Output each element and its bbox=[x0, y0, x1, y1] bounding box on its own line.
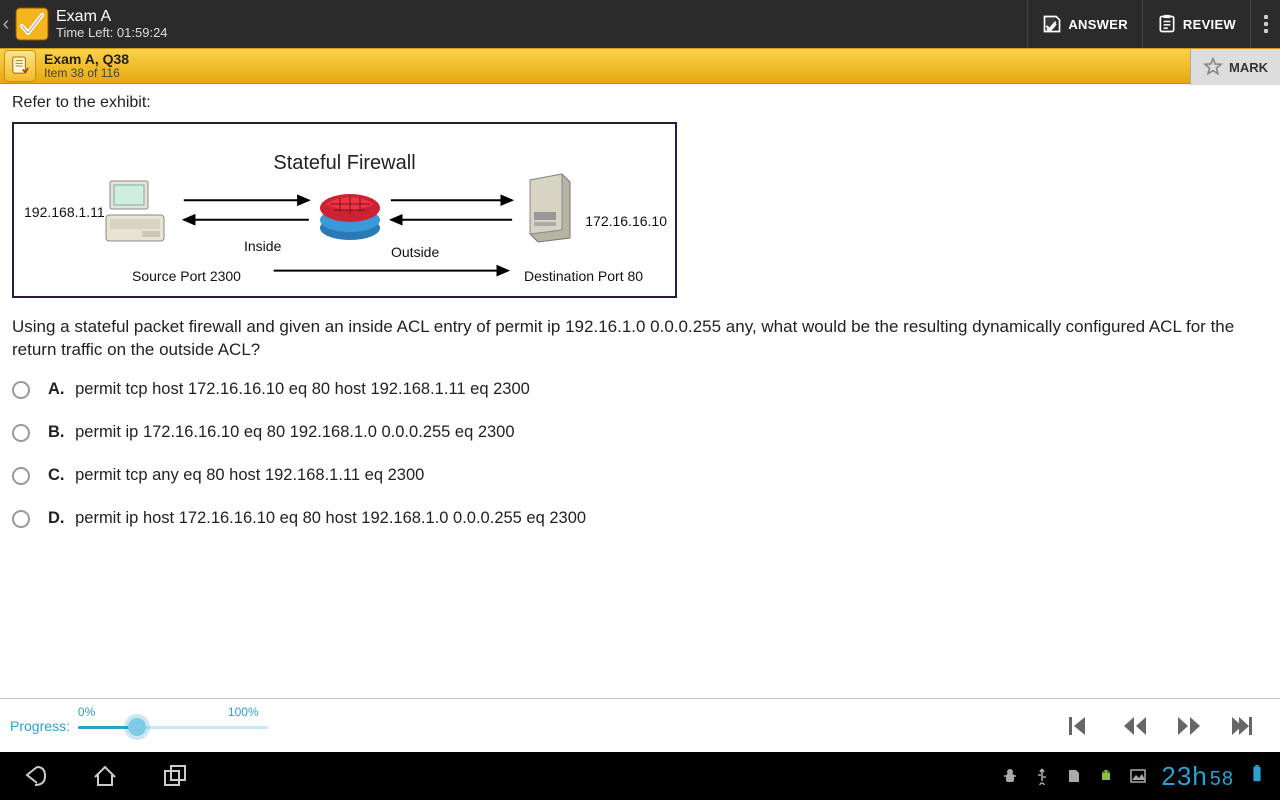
firewall-icon bbox=[316, 180, 384, 244]
battery-icon bbox=[1248, 765, 1266, 788]
question-icon bbox=[4, 50, 36, 82]
system-tray[interactable]: 23h58 bbox=[1001, 761, 1280, 792]
exhibit-image: Stateful Firewall 192.168.1.11 172.16.16… bbox=[12, 122, 677, 298]
question-bar-title: Exam A, Q38 bbox=[44, 52, 129, 67]
option-text: permit tcp any eq 80 host 192.168.1.11 e… bbox=[75, 466, 424, 484]
android-debug-icon bbox=[1001, 767, 1019, 785]
question-bar-subtitle: Item 38 of 116 bbox=[44, 67, 129, 80]
option-list: A. permit tcp host 172.16.16.10 eq 80 ho… bbox=[12, 380, 1268, 528]
answer-button[interactable]: ANSWER bbox=[1027, 0, 1142, 48]
home-icon bbox=[91, 763, 119, 789]
review-label: REVIEW bbox=[1183, 17, 1236, 32]
option-b[interactable]: B. permit ip 172.16.16.10 eq 80 192.168.… bbox=[12, 423, 1268, 442]
next-icon bbox=[1175, 715, 1203, 737]
app-logo-icon[interactable] bbox=[12, 4, 52, 44]
last-button[interactable] bbox=[1216, 706, 1270, 746]
slider-thumb[interactable] bbox=[128, 718, 146, 736]
sd-card-icon bbox=[1065, 767, 1083, 785]
server-icon bbox=[526, 172, 574, 244]
question-text: Using a stateful packet firewall and giv… bbox=[12, 316, 1268, 362]
picture-icon bbox=[1129, 767, 1147, 785]
option-text: permit ip 172.16.16.10 eq 80 192.168.1.0… bbox=[75, 423, 514, 441]
option-letter: A. bbox=[48, 380, 65, 398]
question-bar: Exam A, Q38 Item 38 of 116 MARK bbox=[0, 48, 1280, 84]
option-text: permit ip host 172.16.16.10 eq 80 host 1… bbox=[75, 509, 586, 527]
mark-label: MARK bbox=[1229, 60, 1268, 75]
radio-icon bbox=[12, 424, 30, 442]
overflow-icon bbox=[1264, 15, 1268, 33]
sys-back-button[interactable] bbox=[0, 752, 70, 800]
sys-home-button[interactable] bbox=[70, 752, 140, 800]
back-button[interactable]: ‹ bbox=[0, 13, 12, 36]
progress-label: Progress: bbox=[10, 718, 70, 734]
overflow-menu-button[interactable] bbox=[1250, 0, 1280, 48]
option-letter: C. bbox=[48, 466, 65, 484]
usb-icon bbox=[1033, 767, 1051, 785]
appbar-subtitle: Time Left: 01:59:24 bbox=[56, 26, 168, 40]
skip-first-icon bbox=[1067, 715, 1095, 737]
system-clock: 23h58 bbox=[1161, 761, 1234, 792]
prompt-intro: Refer to the exhibit: bbox=[12, 94, 1268, 112]
review-button[interactable]: REVIEW bbox=[1142, 0, 1250, 48]
radio-icon bbox=[12, 381, 30, 399]
option-text: permit tcp host 172.16.16.10 eq 80 host … bbox=[75, 380, 530, 398]
prev-button[interactable] bbox=[1108, 706, 1162, 746]
bottom-bar: Progress: 0% 100% bbox=[0, 698, 1280, 752]
option-a[interactable]: A. permit tcp host 172.16.16.10 eq 80 ho… bbox=[12, 380, 1268, 399]
progress-0pct: 0% bbox=[78, 705, 95, 719]
option-c[interactable]: C. permit tcp any eq 80 host 192.168.1.1… bbox=[12, 466, 1268, 485]
radio-icon bbox=[12, 467, 30, 485]
next-button[interactable] bbox=[1162, 706, 1216, 746]
progress-100pct: 100% bbox=[228, 705, 259, 719]
app-bar: ‹ Exam A Time Left: 01:59:24 ANSWER REVI… bbox=[0, 0, 1280, 48]
android-icon bbox=[1097, 767, 1115, 785]
answer-icon bbox=[1042, 14, 1062, 34]
first-button[interactable] bbox=[1054, 706, 1108, 746]
progress-slider[interactable]: 0% 100% bbox=[78, 711, 268, 741]
question-content: Refer to the exhibit: Stateful Firewall … bbox=[0, 84, 1280, 698]
star-icon bbox=[1203, 57, 1223, 77]
review-icon bbox=[1157, 14, 1177, 34]
radio-icon bbox=[12, 510, 30, 528]
mark-button[interactable]: MARK bbox=[1190, 49, 1280, 85]
back-icon bbox=[21, 763, 49, 789]
skip-last-icon bbox=[1229, 715, 1257, 737]
sys-recents-button[interactable] bbox=[140, 752, 210, 800]
recents-icon bbox=[161, 763, 189, 789]
prev-icon bbox=[1121, 715, 1149, 737]
answer-label: ANSWER bbox=[1068, 17, 1128, 32]
option-letter: B. bbox=[48, 423, 65, 441]
pc-icon bbox=[104, 179, 170, 247]
appbar-title: Exam A bbox=[56, 8, 168, 26]
system-bar: 23h58 bbox=[0, 752, 1280, 800]
option-letter: D. bbox=[48, 509, 65, 527]
option-d[interactable]: D. permit ip host 172.16.16.10 eq 80 hos… bbox=[12, 509, 1268, 528]
